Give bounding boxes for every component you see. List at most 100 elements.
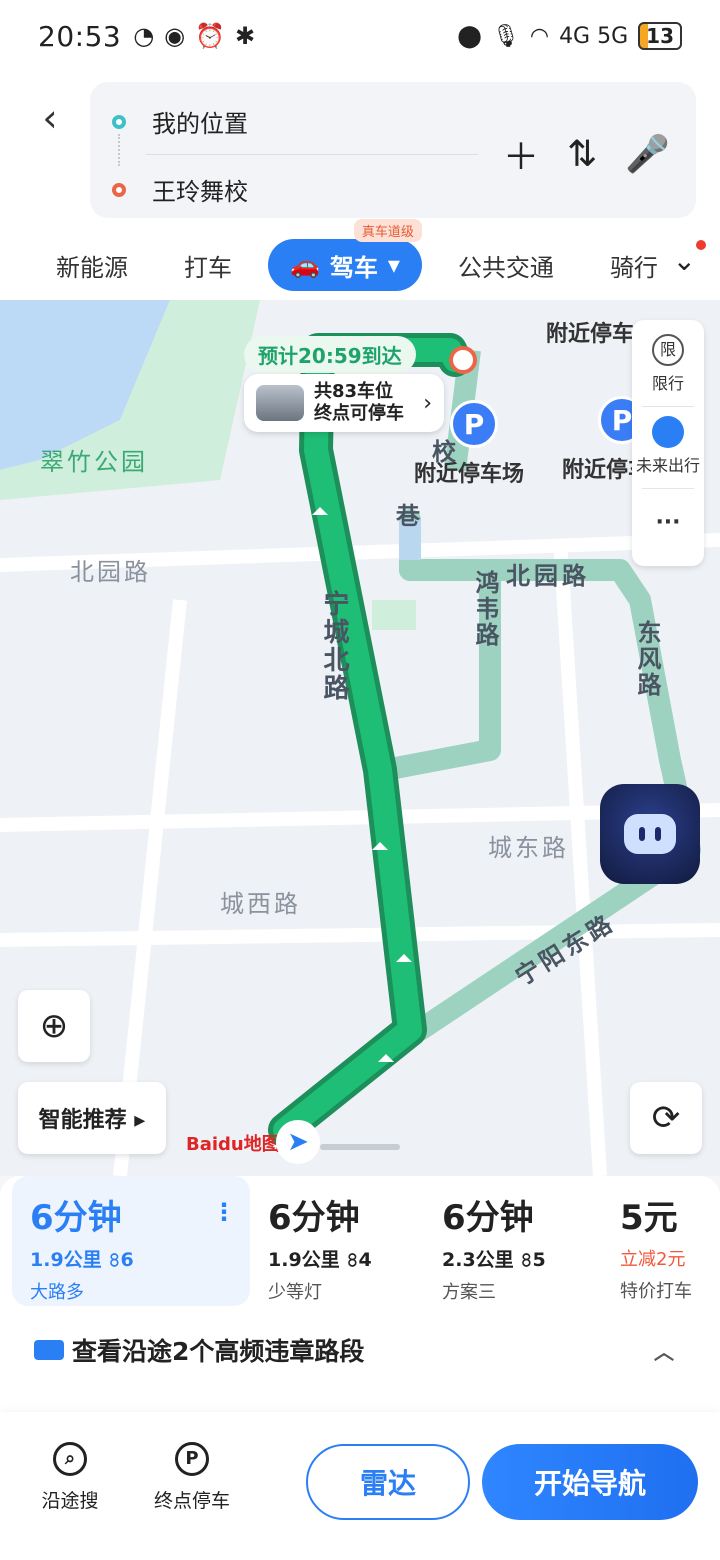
- end-field[interactable]: 王玲舞校: [112, 172, 248, 207]
- traffic-light-icon: 𝟾: [520, 1249, 533, 1271]
- navigation-arrow-icon: ➤: [276, 1120, 320, 1164]
- start-dot-icon: [112, 114, 126, 129]
- end-dot-icon: [112, 182, 126, 197]
- tab-new-energy[interactable]: 新能源: [0, 248, 156, 283]
- smart-recommend-button[interactable]: 智能推荐 ▸: [18, 1082, 166, 1154]
- bluetooth-icon: ✱: [235, 22, 256, 50]
- route-header: ‹ 我的位置 王玲舞校 ＋ ⇅ 🎤 新能源 打车 🚗 驾车 ▾ 真车道级 公共交…: [0, 72, 720, 300]
- tab-taxi[interactable]: 打车: [156, 248, 260, 283]
- route-more-icon[interactable]: ⋮: [212, 1198, 236, 1226]
- voice-icon[interactable]: 🎤: [625, 133, 670, 175]
- more-modes-button[interactable]: ⌄: [672, 240, 706, 277]
- tab-ride[interactable]: 骑行: [582, 248, 686, 283]
- map-view[interactable]: 翠竹公园 北园路 宁城北路 鸿韦路 北园路 东风路 城东路 城西路 宁阳东路 巷…: [0, 300, 720, 1176]
- distance-value: 1.9公里: [268, 1249, 340, 1271]
- status-right: ⬤ 🎙 ◠ 4G 5G 13: [457, 22, 682, 50]
- along-search-label: 沿途搜: [41, 1490, 99, 1512]
- future-travel-label: 未来出行: [635, 456, 700, 475]
- more-button[interactable]: ···: [632, 510, 704, 535]
- bottom-action-bar: ⌕ 沿途搜 P 终点停车 雷达 开始导航: [0, 1412, 720, 1560]
- route-input-box: 我的位置 王玲舞校 ＋ ⇅ 🎤: [90, 82, 696, 218]
- locate-button[interactable]: ⊕: [18, 990, 90, 1062]
- signal-icon: 4G 5G: [559, 23, 629, 49]
- chevron-up-icon[interactable]: ︿: [654, 1336, 674, 1365]
- field-divider: [146, 154, 478, 155]
- add-waypoint-icon[interactable]: ＋: [503, 128, 539, 180]
- taxi-card[interactable]: 5元 立减2元 特价打车: [602, 1176, 710, 1306]
- start-field[interactable]: 我的位置: [112, 104, 248, 139]
- chevron-down-icon: ▾: [387, 251, 400, 279]
- route-actions: ＋ ⇅ 🎤: [503, 128, 670, 180]
- search-icon: ⌕: [53, 1442, 87, 1476]
- sheet-handle[interactable]: [320, 1144, 400, 1150]
- parking-note: 终点可停车: [314, 403, 404, 424]
- back-button[interactable]: ‹: [30, 96, 70, 140]
- destination-parking-card[interactable]: 共83车位 终点可停车 ›: [244, 374, 444, 432]
- restriction-icon: 限: [652, 334, 684, 366]
- clock-icon: [652, 416, 684, 448]
- route-distance: 1.9公里 𝟾6: [30, 1245, 250, 1272]
- taxi-tag: 特价打车: [620, 1281, 692, 1302]
- battery-icon: 13: [638, 22, 682, 50]
- parking-lot-label[interactable]: 附近停车场: [414, 456, 524, 488]
- status-icons: ◔ ◉ ⏰ ✱: [133, 22, 255, 50]
- road-label: 城西路: [220, 890, 301, 918]
- restriction-label: 限行: [651, 374, 684, 393]
- eta-label: 预计20:59到达: [244, 336, 416, 373]
- route-time: 6分钟: [442, 1198, 534, 1238]
- parking-lot-label[interactable]: 附近停车: [546, 316, 634, 348]
- lights-count: 6: [120, 1249, 134, 1271]
- status-time: 20:53: [38, 19, 122, 53]
- status-bar: 20:53 ◔ ◉ ⏰ ✱ ⬤ 🎙 ◠ 4G 5G 13: [0, 0, 720, 72]
- divider: [642, 406, 694, 407]
- start-navigation-button[interactable]: 开始导航: [482, 1444, 698, 1520]
- parking-count: 共83车位: [314, 381, 394, 402]
- poi-park[interactable]: 翠竹公园: [40, 442, 148, 477]
- tab-drive[interactable]: 🚗 驾车 ▾ 真车道级: [268, 219, 422, 291]
- chevron-down-icon: ⌄: [672, 244, 696, 277]
- distance-value: 1.9公里: [30, 1249, 102, 1271]
- alarm-icon: ⏰: [195, 22, 225, 50]
- restriction-button[interactable]: 限 限行: [632, 334, 704, 394]
- refresh-icon: ⟳: [651, 1098, 681, 1138]
- road-label: 北园路: [70, 558, 151, 586]
- road-label: 鸿韦路: [471, 570, 499, 648]
- violation-text: 查看沿途2个高频违章路段: [72, 1337, 365, 1366]
- road-label: 巷: [396, 502, 420, 530]
- route-tag: 大路多: [30, 1282, 84, 1303]
- road-label: 城东路: [488, 834, 569, 862]
- radar-button[interactable]: 雷达: [306, 1444, 470, 1520]
- route-tag: 方案三: [442, 1282, 496, 1303]
- location-icon: ⬤: [457, 23, 482, 49]
- tab-transit[interactable]: 公共交通: [430, 248, 582, 283]
- swap-icon[interactable]: ⇅: [567, 134, 597, 175]
- route-card-selected[interactable]: 6分钟 1.9公里 𝟾6 大路多 ⋮: [12, 1176, 250, 1306]
- route-time: 6分钟: [268, 1198, 360, 1238]
- road-label: 北园路: [506, 562, 590, 590]
- lane-level-badge: 真车道级: [353, 219, 422, 242]
- distance-value: 2.3公里: [442, 1249, 514, 1271]
- car-icon: 🚗: [290, 251, 320, 279]
- violation-row[interactable]: 查看沿途2个高频违章路段 ︿: [34, 1332, 674, 1368]
- along-search-button[interactable]: ⌕ 沿途搜: [10, 1442, 130, 1513]
- ai-assistant-icon[interactable]: [600, 784, 700, 884]
- speed-icon: ◔: [133, 22, 155, 50]
- route-card[interactable]: 6分钟 2.3公里 𝟾5 方案三: [424, 1176, 602, 1306]
- route-cards: 6分钟 1.9公里 𝟾6 大路多 ⋮ 6分钟 1.9公里 𝟾4 少等灯 6分钟 …: [12, 1176, 720, 1306]
- notification-dot: [696, 240, 706, 250]
- route-distance: 1.9公里 𝟾4: [268, 1245, 424, 1272]
- baidu-logo: Baidu地图: [186, 1134, 280, 1155]
- parking-text: 共83车位 终点可停车: [314, 381, 404, 425]
- tab-drive-label: 驾车: [329, 253, 378, 282]
- robot-eye: [655, 827, 661, 841]
- future-travel-button[interactable]: 未来出行: [632, 416, 704, 476]
- refresh-button[interactable]: ⟳: [630, 1082, 702, 1154]
- parking-pin-icon[interactable]: P: [450, 400, 498, 448]
- road-label: 东风路: [633, 620, 661, 698]
- parking-thumbnail: [256, 385, 304, 421]
- lights-count: 4: [358, 1249, 372, 1271]
- road-label: 宁城北路: [319, 590, 349, 702]
- battery-level: 13: [646, 24, 674, 48]
- route-card[interactable]: 6分钟 1.9公里 𝟾4 少等灯: [250, 1176, 424, 1306]
- destination-parking-button[interactable]: P 终点停车: [132, 1442, 252, 1513]
